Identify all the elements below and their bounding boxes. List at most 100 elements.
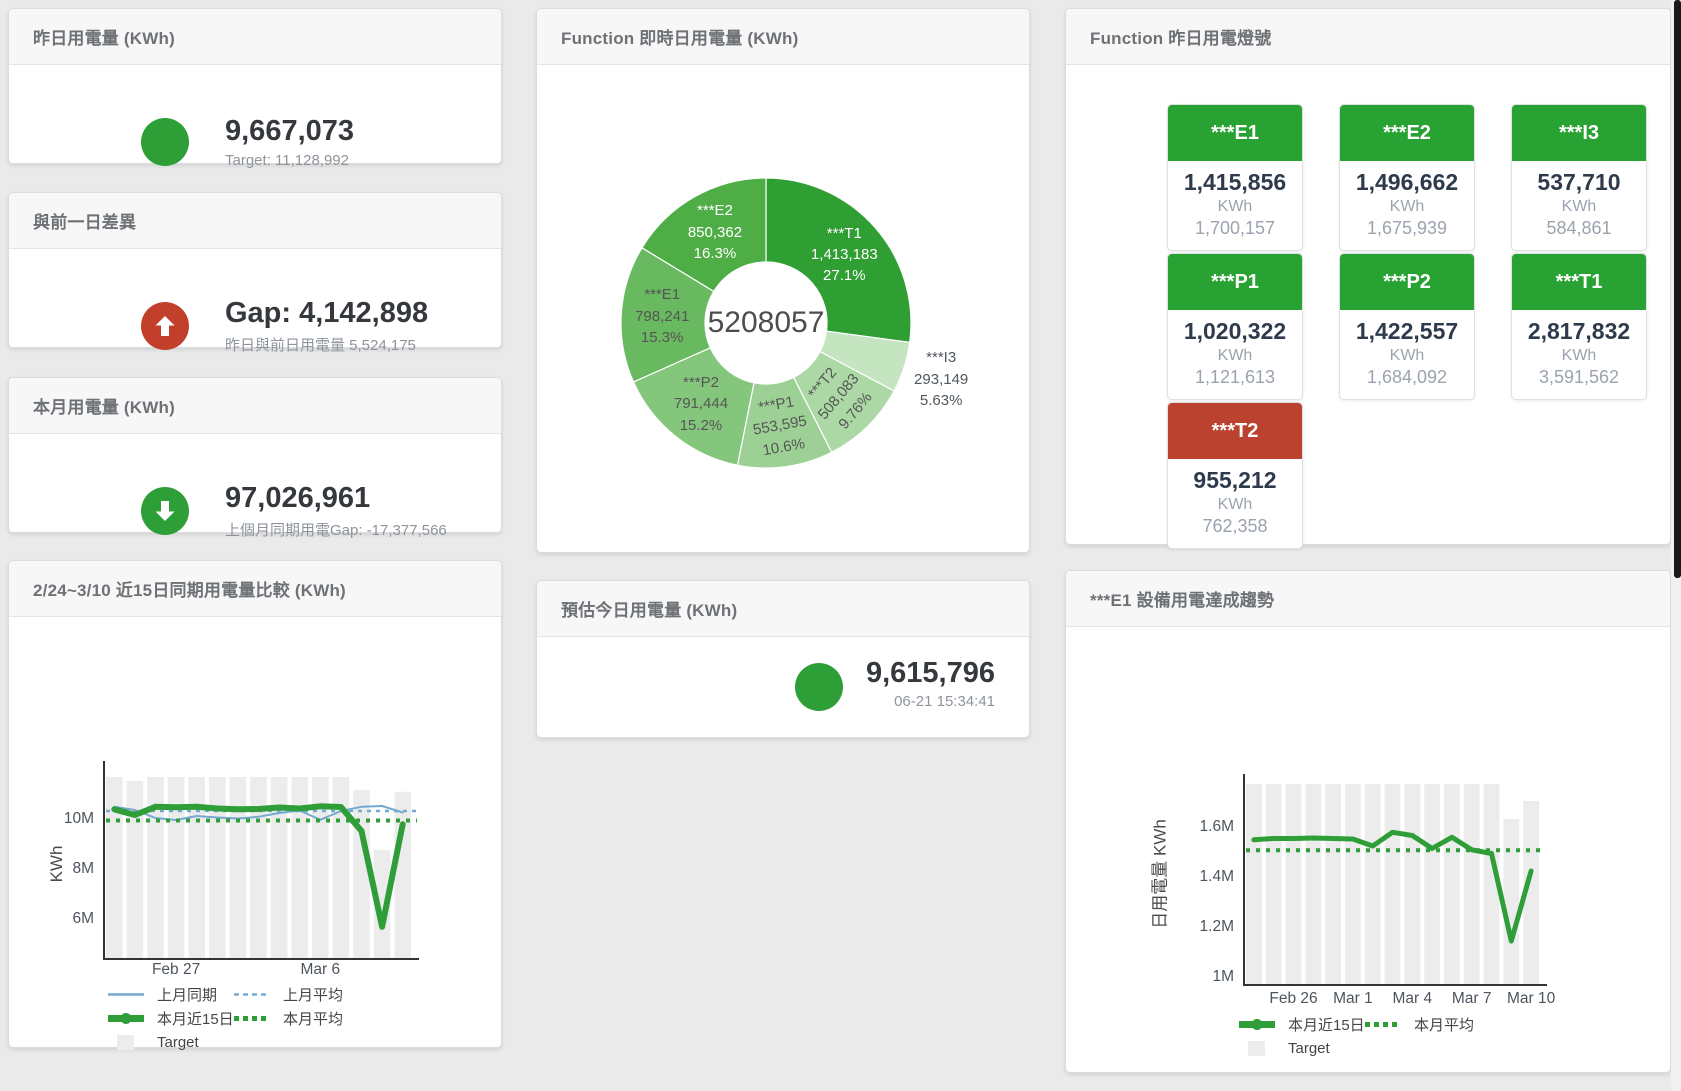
y-tick-label: 6M — [72, 910, 94, 927]
card-e1-trend-title: ***E1 設備用電達成趨勢 — [1090, 586, 1274, 611]
target-bar — [1444, 784, 1460, 984]
tile-usage-value: 1,496,662 — [1342, 169, 1472, 196]
legend-label: 本月近15日 — [157, 1008, 234, 1029]
target-bar — [353, 790, 370, 958]
dash-swatch-icon — [234, 987, 270, 1002]
tile-status-header: ***P2 — [1340, 254, 1474, 310]
card-e1-trend-chart: ***E1 設備用電達成趨勢 1M1.2M1.4M1.6MFeb 26Mar 1… — [1065, 570, 1671, 1073]
x-tick-label: Mar 7 — [1452, 990, 1492, 1007]
device-tile-***E1[interactable]: ***E11,415,856KWh1,700,157 — [1167, 104, 1303, 251]
device-tile-***P2[interactable]: ***P21,422,557KWh1,684,092 — [1339, 253, 1475, 400]
tile-usage-value: 1,422,557 — [1342, 318, 1472, 345]
card-compare-chart: 2/24~3/10 近15日同期用電量比較 (KWh) 6M8M10MFeb 2… — [8, 560, 502, 1048]
device-tile-***I3[interactable]: ***I3537,710KWh584,861 — [1511, 104, 1647, 251]
day-gap-value: Gap: 4,142,898 — [225, 297, 428, 330]
card-day-gap-header: 與前一日差異 — [9, 193, 501, 249]
card-month-usage: 本月用電量 (KWh) 97,026,961 上個月同期用電Gap: -17,3… — [8, 377, 502, 533]
legend-label: 上月平均 — [283, 984, 343, 1005]
card-function-realtime-donut: Function 即時日用電量 (KWh) ***T11,413,18327.1… — [536, 8, 1030, 553]
device-tile-***E2[interactable]: ***E21,496,662KWh1,675,939 — [1339, 104, 1475, 251]
legend-item-本月近15日[interactable]: 本月近15日 — [108, 1007, 234, 1029]
dotted-line-swatch-icon — [234, 1011, 270, 1026]
card-device-lights-title: Function 昨日用電燈號 — [1090, 24, 1271, 49]
tile-unit: KWh — [1342, 198, 1472, 216]
tile-target-value: 3,591,562 — [1514, 367, 1644, 388]
device-tile-***T1[interactable]: ***T12,817,832KWh3,591,562 — [1511, 253, 1647, 400]
tile-unit: KWh — [1514, 198, 1644, 216]
tile-unit: KWh — [1170, 496, 1300, 514]
legend-label: Target — [157, 1034, 199, 1051]
donut-center-total: 5208057 — [708, 306, 825, 340]
tile-unit: KWh — [1342, 347, 1472, 365]
target-bar — [1404, 784, 1420, 984]
status-green-circle-icon — [141, 118, 189, 166]
card-month-usage-title: 本月用電量 (KWh) — [33, 393, 175, 418]
card-compare-chart-header: 2/24~3/10 近15日同期用電量比較 (KWh) — [9, 561, 501, 617]
month-usage-value: 97,026,961 — [225, 482, 447, 515]
card-day-gap: 與前一日差異 Gap: 4,142,898 昨日與前日用電量 5,524,175 — [8, 192, 502, 348]
tile-unit: KWh — [1514, 347, 1644, 365]
target-bar — [209, 777, 226, 958]
compare-chart-ylabel: KWh — [47, 846, 67, 883]
line-swatch-icon — [108, 987, 144, 1002]
tile-target-value: 1,121,613 — [1170, 367, 1300, 388]
card-device-lights-header: Function 昨日用電燈號 — [1066, 9, 1670, 65]
target-bar — [1385, 784, 1401, 984]
month-usage-gap: 上個月同期用電Gap: -17,377,566 — [225, 519, 447, 540]
card-estimate-title: 預估今日用電量 (KWh) — [561, 596, 737, 621]
page-scrollbar-thumb[interactable] — [1674, 0, 1681, 578]
legend-item-Target[interactable]: Target — [1239, 1037, 1365, 1059]
x-tick-label: Mar 10 — [1507, 990, 1556, 1007]
arrow-up-circle-icon — [141, 302, 189, 350]
card-estimate-today: 預估今日用電量 (KWh) 9,615,796 06-21 15:34:41 — [536, 580, 1030, 738]
target-bar — [230, 777, 247, 958]
device-tile-***T2[interactable]: ***T2955,212KWh762,358 — [1167, 402, 1303, 549]
tile-usage-value: 2,817,832 — [1514, 318, 1644, 345]
card-month-usage-header: 本月用電量 (KWh) — [9, 378, 501, 434]
tile-target-value: 584,861 — [1514, 218, 1644, 239]
legend-item-Target[interactable]: Target — [108, 1031, 234, 1053]
legend-item-本月平均[interactable]: 本月平均 — [1365, 1013, 1474, 1035]
target-bar — [250, 777, 267, 958]
card-yesterday-usage-title: 昨日用電量 (KWh) — [33, 24, 175, 49]
target-bar — [1325, 784, 1341, 984]
legend-item-本月近15日[interactable]: 本月近15日 — [1239, 1013, 1365, 1035]
thick-line-swatch-icon — [1239, 1017, 1275, 1032]
estimate-timestamp: 06-21 15:34:41 — [866, 693, 995, 710]
x-tick-label: Mar 4 — [1392, 990, 1432, 1007]
target-bar — [1286, 784, 1302, 984]
target-bar — [1365, 784, 1381, 984]
tile-target-value: 762,358 — [1170, 516, 1300, 537]
arrow-down-icon — [152, 498, 178, 524]
target-bar — [1424, 784, 1440, 984]
y-tick-label: 8M — [72, 860, 94, 877]
arrow-down-circle-icon — [141, 487, 189, 535]
card-day-gap-title: 與前一日差異 — [33, 208, 136, 233]
tile-status-header: ***P1 — [1168, 254, 1302, 310]
y-tick-label: 1.4M — [1200, 868, 1234, 885]
card-e1-trend-header: ***E1 設備用電達成趨勢 — [1066, 571, 1670, 627]
page-scrollbar[interactable] — [1671, 0, 1681, 1091]
day-gap-subtitle: 昨日與前日用電量 5,524,175 — [225, 334, 428, 355]
y-tick-label: 1.2M — [1200, 918, 1234, 935]
status-green-circle-icon — [795, 663, 843, 711]
arrow-up-icon — [152, 313, 178, 339]
dotted-line-swatch-icon — [1365, 1017, 1401, 1032]
card-estimate-header: 預估今日用電量 (KWh) — [537, 581, 1029, 637]
legend-item-本月平均[interactable]: 本月平均 — [234, 1007, 343, 1029]
card-compare-chart-title: 2/24~3/10 近15日同期用電量比較 (KWh) — [33, 576, 346, 601]
card-yesterday-usage-header: 昨日用電量 (KWh) — [9, 9, 501, 65]
thick-line-swatch-icon — [108, 1011, 144, 1026]
legend-label: 本月平均 — [283, 1008, 343, 1029]
legend-item-上月同期[interactable]: 上月同期 — [108, 983, 234, 1005]
tile-status-header: ***T2 — [1168, 403, 1302, 459]
estimate-value: 9,615,796 — [866, 657, 995, 690]
y-tick-label: 1.6M — [1200, 818, 1234, 835]
legend-item-上月平均[interactable]: 上月平均 — [234, 983, 343, 1005]
tile-unit: KWh — [1170, 347, 1300, 365]
x-tick-label: Mar 1 — [1333, 990, 1373, 1007]
y-tick-label: 1M — [1212, 968, 1234, 985]
device-tile-***P1[interactable]: ***P11,020,322KWh1,121,613 — [1167, 253, 1303, 400]
legend-label: 上月同期 — [157, 984, 217, 1005]
tile-target-value: 1,700,157 — [1170, 218, 1300, 239]
